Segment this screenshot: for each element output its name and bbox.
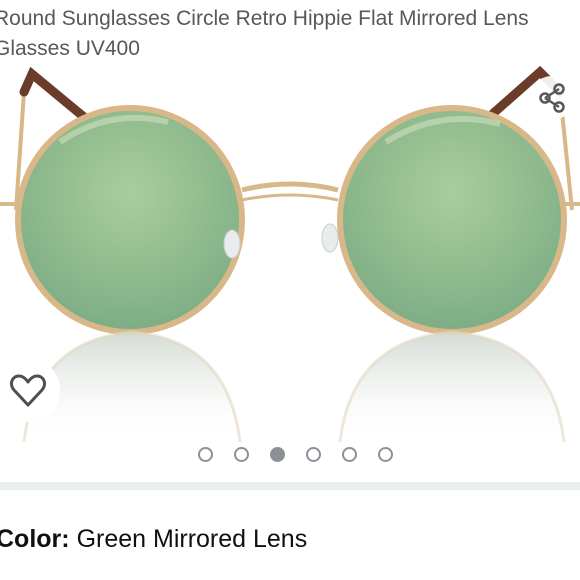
color-label: Color: xyxy=(0,525,70,553)
color-value: Green Mirrored Lens xyxy=(76,525,308,553)
carousel-dot-1[interactable] xyxy=(198,447,213,462)
carousel-dot-5[interactable] xyxy=(342,447,357,462)
color-selection: Color: Green Mirrored Lens xyxy=(0,522,307,556)
product-title: Round Sunglasses Circle Retro Hippie Fla… xyxy=(0,7,529,60)
share-icon xyxy=(539,83,565,113)
carousel-dot-6[interactable] xyxy=(378,447,393,462)
sunglasses-image xyxy=(0,65,580,443)
carousel-dot-2[interactable] xyxy=(234,447,249,462)
product-image[interactable] xyxy=(0,62,580,443)
share-button[interactable] xyxy=(530,76,574,120)
carousel-dot-3-active[interactable] xyxy=(270,447,285,462)
heart-outline-icon xyxy=(10,374,46,407)
section-divider xyxy=(0,482,580,490)
carousel-dot-4[interactable] xyxy=(306,447,321,462)
image-carousel-indicators xyxy=(198,447,393,462)
